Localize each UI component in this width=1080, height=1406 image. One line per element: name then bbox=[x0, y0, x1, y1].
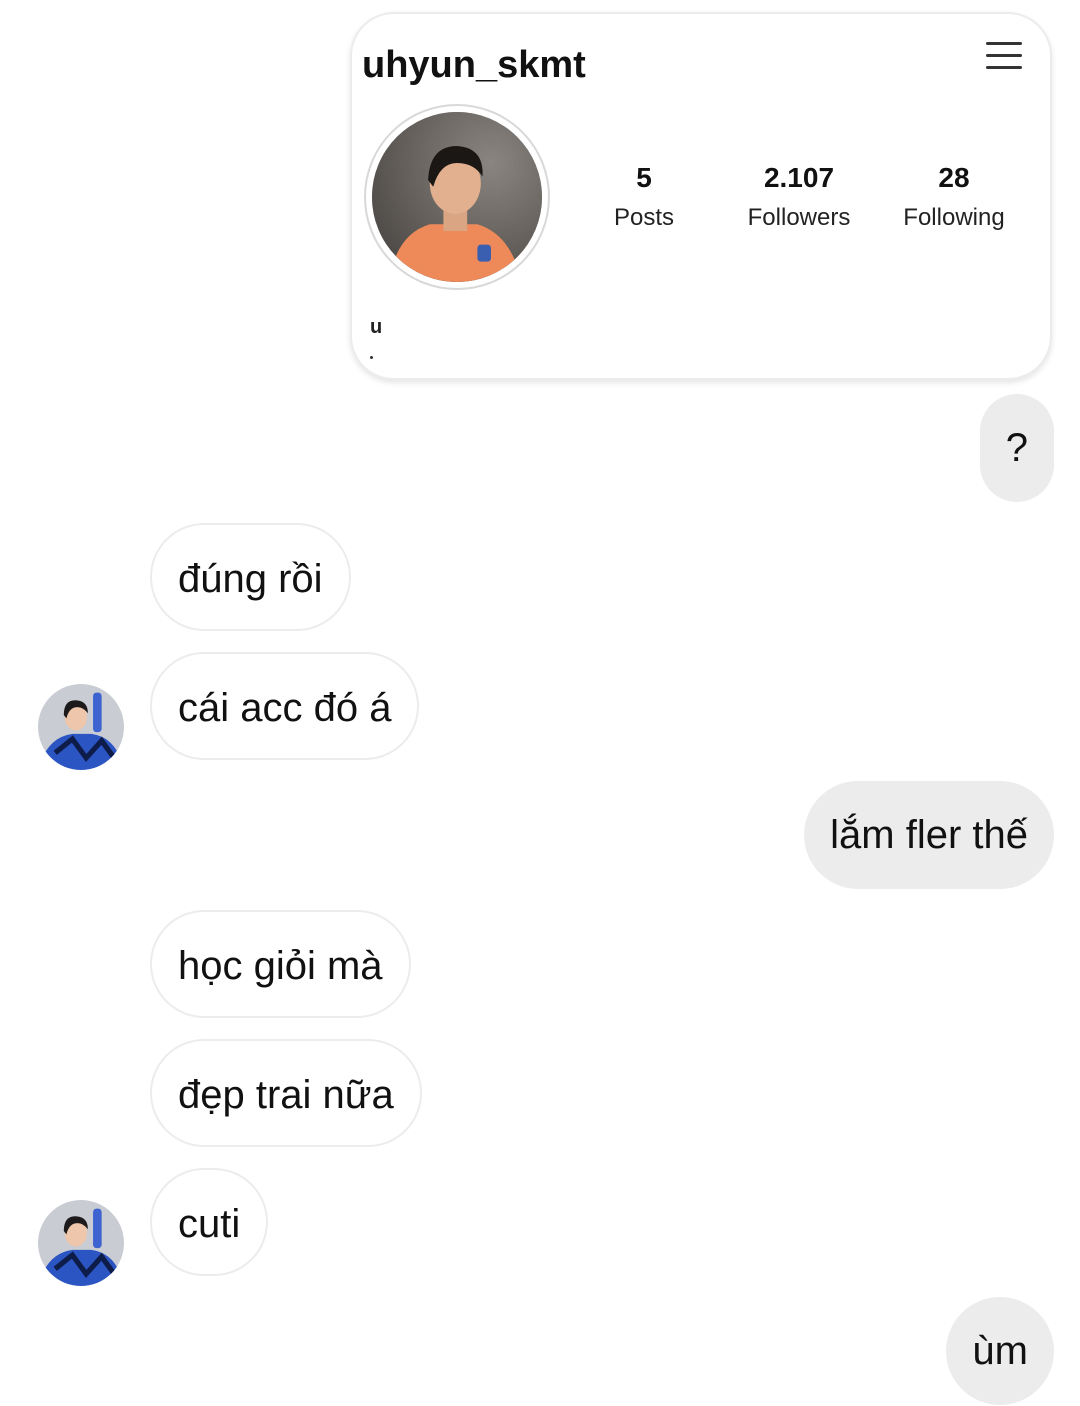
message-bubble-incoming[interactable]: đúng rồi bbox=[150, 523, 351, 631]
posts-count: 5 bbox=[636, 162, 652, 193]
bio-dot bbox=[370, 356, 373, 359]
message-bubble-incoming[interactable]: cuti bbox=[150, 1168, 269, 1276]
chat-thread: uhyun_skmt 5 Posts 2.107 Followers 28 Fo… bbox=[0, 0, 1080, 1406]
message-bubble-incoming[interactable]: học giỏi mà bbox=[150, 910, 411, 1018]
profile-avatar bbox=[364, 104, 550, 290]
hamburger-menu-icon bbox=[986, 40, 1024, 72]
following-label: Following bbox=[903, 204, 1005, 231]
following-count: 28 bbox=[938, 162, 970, 193]
followers-label: Followers bbox=[747, 204, 851, 231]
profile-username: uhyun_skmt bbox=[362, 44, 586, 86]
profile-bio: u bbox=[370, 316, 383, 338]
following-stat: 28 Following bbox=[874, 162, 1034, 232]
posts-stat: 5 Posts bbox=[564, 162, 724, 232]
shared-profile-card[interactable]: uhyun_skmt 5 Posts 2.107 Followers 28 Fo… bbox=[350, 12, 1052, 380]
followers-count: 2.107 bbox=[763, 162, 835, 193]
message-bubble-outgoing[interactable]: ùm bbox=[946, 1297, 1054, 1405]
message-bubble-outgoing[interactable]: ? bbox=[979, 394, 1054, 502]
message-bubble-incoming[interactable]: cái acc đó á bbox=[150, 652, 420, 760]
posts-label: Posts bbox=[613, 204, 675, 231]
followers-stat: 2.107 Followers bbox=[719, 162, 879, 232]
message-bubble-outgoing[interactable]: lắm fler thế bbox=[804, 781, 1054, 889]
sender-avatar[interactable] bbox=[38, 1200, 124, 1286]
sender-avatar[interactable] bbox=[38, 684, 124, 770]
message-bubble-incoming[interactable]: đẹp trai nữa bbox=[150, 1039, 422, 1147]
